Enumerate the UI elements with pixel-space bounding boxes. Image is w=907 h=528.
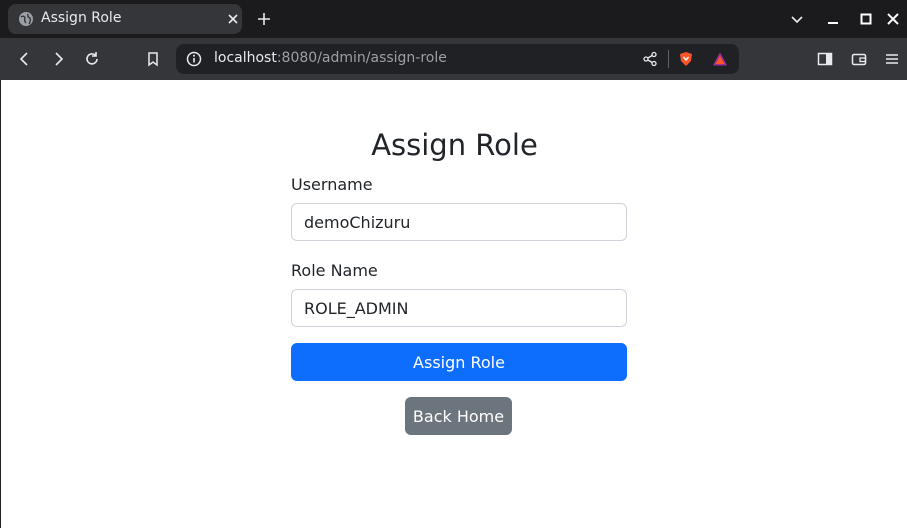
url-host: localhost: [214, 50, 277, 66]
new-tab-icon[interactable]: [254, 9, 274, 29]
minimize-icon[interactable]: [824, 10, 842, 28]
username-input[interactable]: [291, 203, 627, 241]
close-tab-icon[interactable]: [226, 12, 240, 26]
address-bar[interactable]: localhost:8080/admin/assign-role: [176, 44, 739, 74]
maximize-icon[interactable]: [857, 10, 875, 28]
bookmark-icon[interactable]: [144, 50, 162, 68]
browser-tab[interactable]: Assign Role: [8, 4, 242, 34]
username-label: Username: [291, 175, 373, 194]
close-window-icon[interactable]: [884, 10, 902, 28]
url-divider: [668, 50, 669, 68]
role-name-label: Role Name: [291, 261, 378, 280]
assign-role-button[interactable]: Assign Role: [291, 343, 627, 381]
share-icon[interactable]: [642, 51, 658, 67]
forward-icon[interactable]: [49, 50, 67, 68]
tab-search-icon[interactable]: [788, 10, 806, 28]
tab-title: Assign Role: [41, 10, 122, 26]
wallet-icon[interactable]: [850, 50, 868, 68]
back-home-button[interactable]: Back Home: [405, 397, 512, 435]
globe-icon: [19, 12, 33, 26]
page-title: Assign Role: [371, 128, 538, 162]
page-content: Assign Role Username Role Name Assign Ro…: [0, 80, 907, 528]
url-text: localhost:8080/admin/assign-role: [214, 50, 447, 66]
tab-strip: Assign Role: [0, 0, 907, 38]
site-info-icon[interactable]: [186, 51, 202, 67]
menu-icon[interactable]: [883, 50, 901, 68]
brave-rewards-icon[interactable]: [712, 51, 728, 67]
reload-icon[interactable]: [83, 50, 101, 68]
back-icon[interactable]: [16, 50, 34, 68]
role-name-input[interactable]: [291, 289, 627, 327]
brave-shields-icon[interactable]: [678, 51, 694, 67]
url-path: :8080/admin/assign-role: [276, 50, 447, 66]
sidebar-icon[interactable]: [816, 50, 834, 68]
